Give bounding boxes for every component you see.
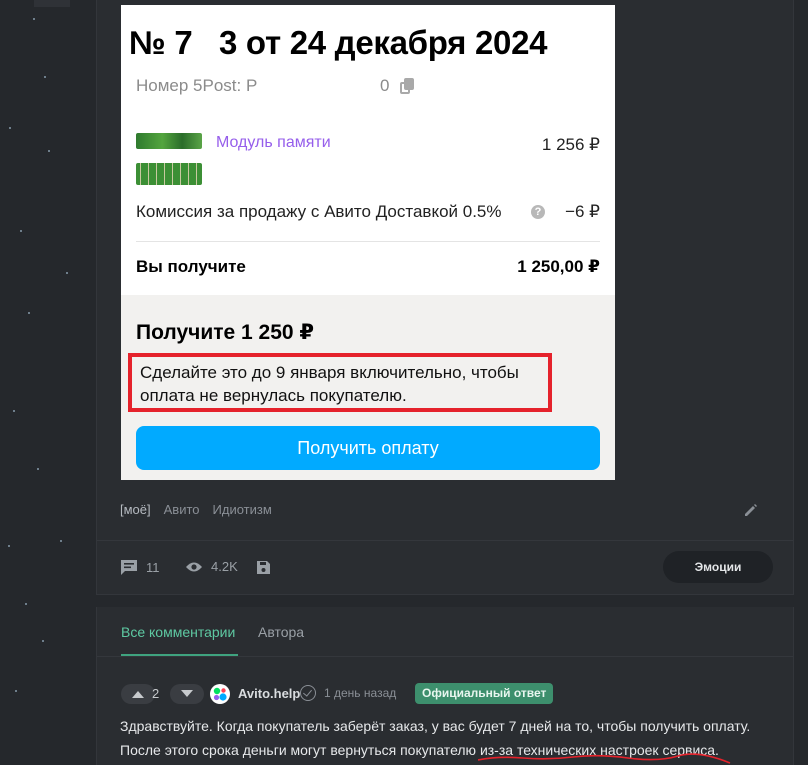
post-number-value: 0	[380, 76, 390, 95]
upvote-icon	[132, 691, 144, 698]
fee-label: Комиссия за продажу с Авито Доставкой 0.…	[136, 202, 502, 221]
post-number-label: Номер 5Post: Р	[136, 76, 258, 95]
comment-author[interactable]: Avito.help	[238, 686, 300, 701]
item-price: 1 256 ₽	[541, 135, 600, 154]
fee-value: −6 ₽	[565, 202, 600, 221]
tab-all-comments[interactable]: Все комментарии	[121, 624, 235, 640]
verified-icon	[300, 685, 316, 701]
edit-icon[interactable]	[743, 502, 759, 518]
downvote-icon	[181, 690, 193, 697]
comments-count: 11	[146, 560, 160, 575]
tag-idiocy[interactable]: Идиотизм	[213, 502, 272, 517]
views-count: 4.2K	[211, 559, 238, 574]
receive-panel: Получите 1 250 ₽ Сделайте это до 9 январ…	[121, 295, 615, 480]
upvote-button[interactable]	[121, 684, 155, 704]
deadline-text: Сделайте это до 9 января включительно, ч…	[140, 363, 519, 405]
get-payment-button[interactable]: Получить оплату	[136, 426, 600, 470]
downvote-button[interactable]	[170, 684, 204, 704]
avatar[interactable]	[210, 684, 230, 704]
copy-icon[interactable]	[400, 78, 414, 94]
you-get-value: 1 250,00 ₽	[517, 257, 600, 276]
comment-icon	[121, 560, 137, 575]
vote-count: 2	[152, 686, 160, 701]
help-icon[interactable]: ?	[531, 205, 545, 219]
comment-time[interactable]: 1 день назад	[324, 686, 396, 700]
tabs-divider	[97, 656, 793, 657]
emotions-button[interactable]: Эмоции	[663, 551, 773, 583]
header-stub	[34, 0, 70, 7]
you-get-label: Вы получите	[136, 257, 246, 276]
item-thumbnail-2	[136, 163, 202, 185]
post-tags: [моё] Авито Идиотизм	[120, 502, 272, 517]
save-icon[interactable]	[256, 560, 271, 575]
tab-author[interactable]: Автора	[258, 624, 304, 640]
receipt-title: № 7 3 от 24 декабря 2024	[129, 24, 548, 61]
eye-icon	[186, 562, 202, 571]
active-tab-underline	[121, 654, 238, 656]
red-underline-annotation	[478, 753, 731, 764]
tag-my[interactable]: [моё]	[120, 502, 151, 517]
official-answer-badge: Официальный ответ	[415, 683, 554, 704]
meta-divider	[97, 540, 793, 541]
comments-counter[interactable]: 11	[120, 559, 160, 576]
item-name-link[interactable]: Модуль памяти	[216, 134, 331, 152]
item-thumbnail	[136, 133, 202, 149]
tag-avito[interactable]: Авито	[164, 502, 200, 517]
deadline-highlight: Сделайте это до 9 января включительно, ч…	[128, 353, 552, 412]
divider	[136, 241, 600, 242]
receipt-image: № 7 3 от 24 декабря 2024 Номер 5Post: Р …	[121, 5, 615, 480]
views-counter: 4.2K	[185, 559, 238, 574]
receive-title: Получите 1 250 ₽	[136, 321, 315, 344]
